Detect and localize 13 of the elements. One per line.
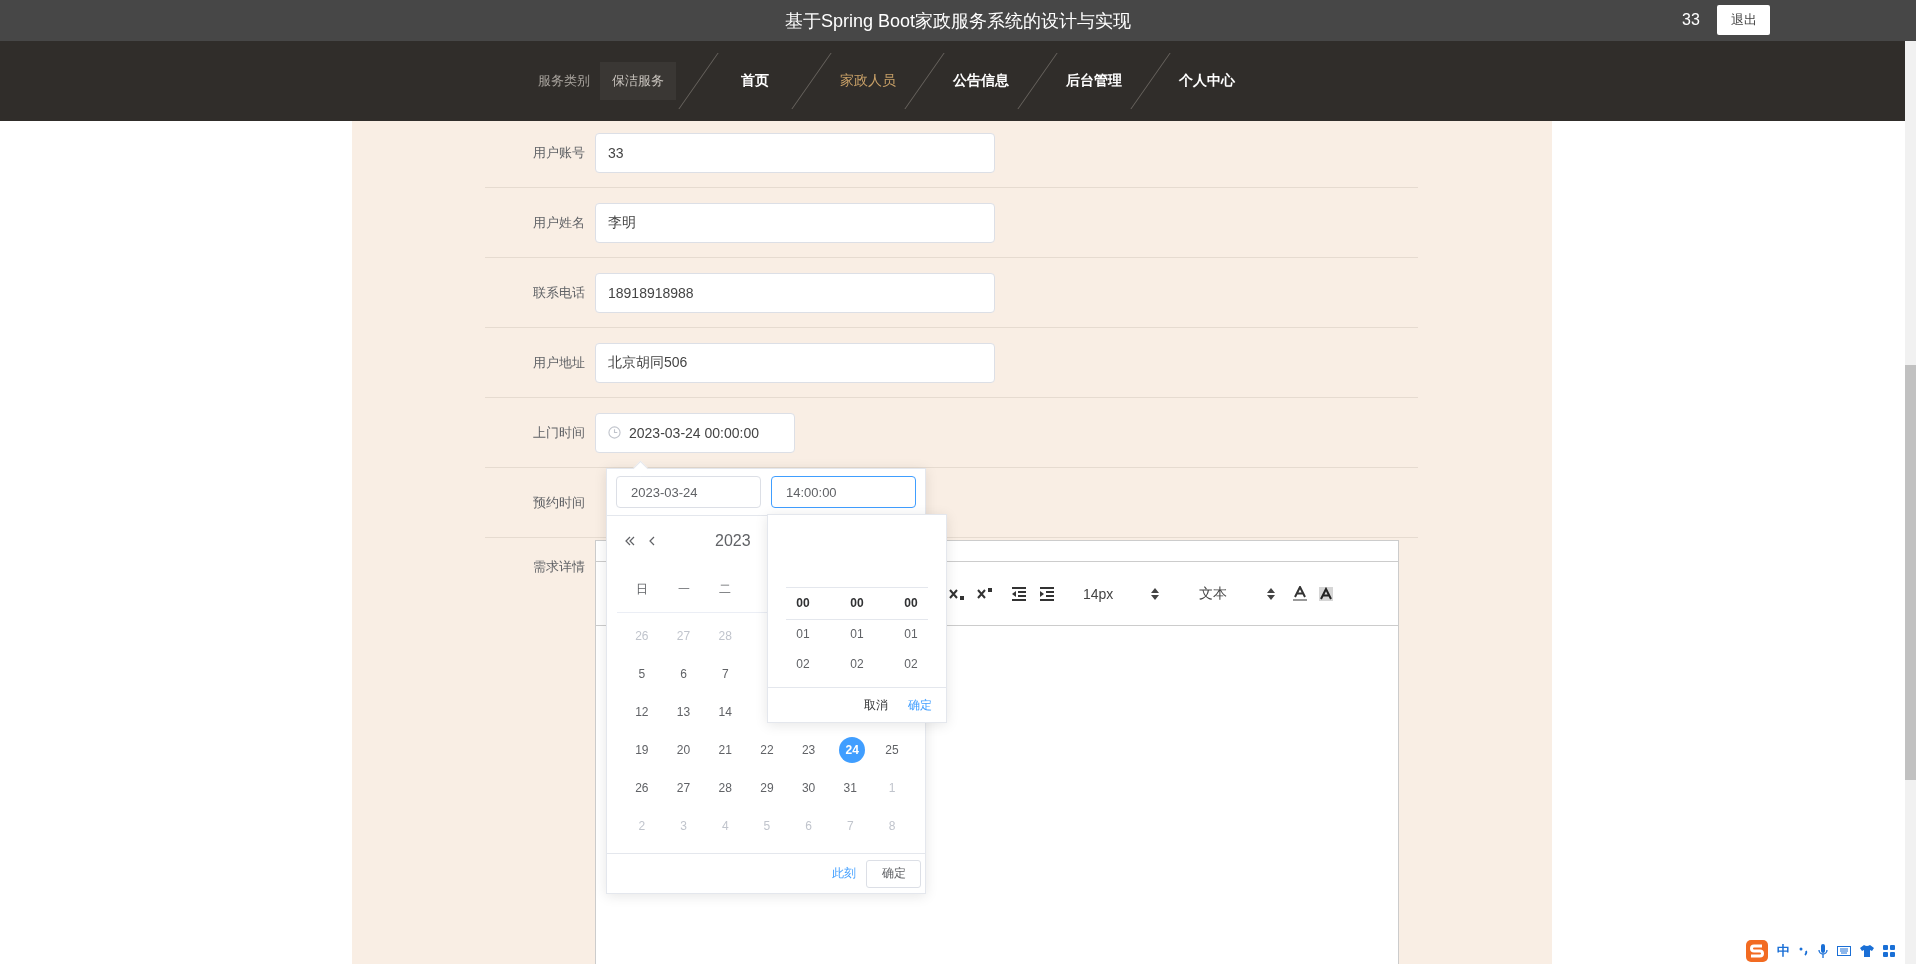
field-label: 上门时间 (532, 423, 586, 442)
field-label: 需求详情 (532, 558, 586, 576)
field-label: 联系电话 (532, 283, 586, 302)
weekday-label: 一 (676, 580, 691, 598)
field-label: 用户账号 (532, 143, 586, 162)
field-label: 用户姓名 (532, 213, 586, 232)
username: 33 (1682, 11, 1700, 29)
weekday-label: 二 (718, 580, 733, 598)
field-label: 服务类别 (538, 72, 590, 90)
weekday-label: 日 (634, 580, 649, 598)
site-title: 基于Spring Boot家政服务系统的设计与实现 (784, 10, 1132, 33)
field-label: 用户地址 (532, 353, 586, 372)
field-label: 预约时间 (532, 493, 586, 512)
